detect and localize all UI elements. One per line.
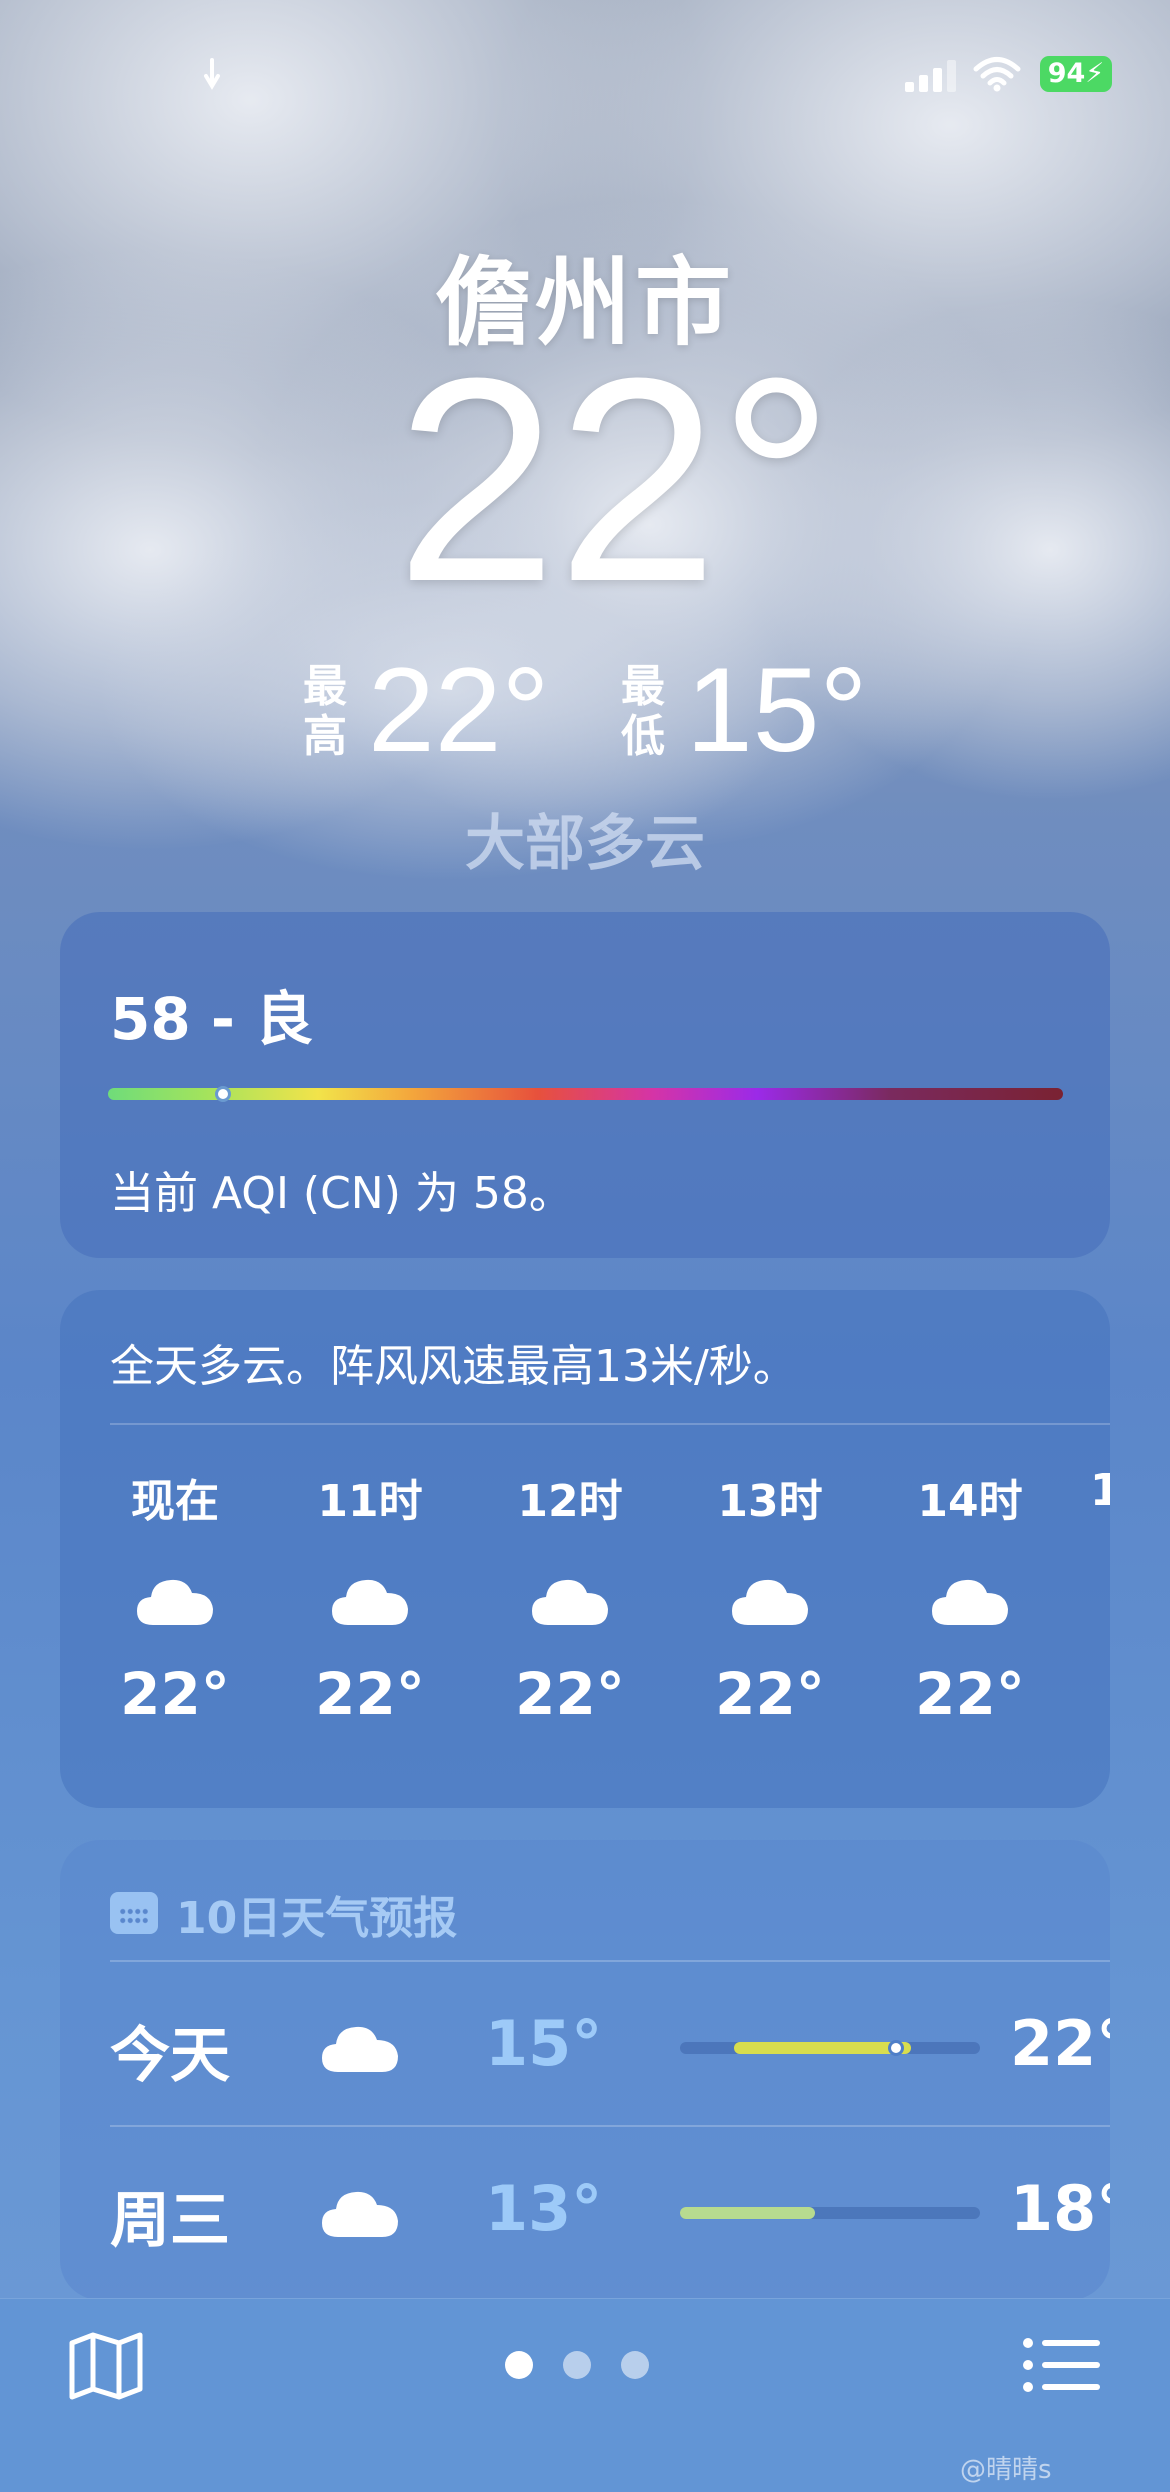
air-quality-card[interactable]: 58 - 良 当前 AQI (CN) 为 58。 [60,912,1110,1258]
forecast-day-row[interactable]: 周三 13° 18° [110,2125,1110,2290]
list-icon[interactable] [1022,2335,1102,2395]
wifi-icon [973,57,1021,92]
cloud-icon [930,1575,1010,1627]
hourly-summary: 全天多云。阵风风速最高13米/秒。 [110,1341,797,1392]
hour-temperature: 22° [315,1660,425,1728]
hourly-forecast-card[interactable]: 全天多云。阵风风速最高13米/秒。 现在 22° 11时 22° 12时 22° 13时 22… [60,1290,1110,1808]
forecast-day-label: 周三 [110,2186,230,2256]
high-temperature: 22° [368,643,550,777]
cloud-icon [135,1575,215,1627]
low-label: 最低 [621,661,665,762]
status-bar: 94⚡ [0,0,1170,150]
hour-label: 14时 [917,1476,1023,1527]
cloud-icon [320,2022,400,2074]
temperature-range-bar [680,2207,980,2219]
battery-charging-icon: 94⚡ [1040,56,1112,92]
map-icon[interactable] [68,2331,144,2401]
hourly-item: 11时 22° [300,1465,440,1765]
battery-level: 94 [1047,58,1086,89]
hour-label: 现在 [131,1476,219,1527]
forecast-day-label: 今天 [110,2021,230,2091]
signal-icon [905,58,957,92]
location-arrow-icon [204,58,220,90]
temperature-range-bar [680,2040,980,2056]
hour-label: 12时 [517,1476,623,1527]
hourly-item: 14时 22° [900,1465,1040,1765]
temperature-range-fill [734,2042,911,2054]
hour-temperature: 22° [915,1660,1025,1728]
page-dot[interactable] [563,2351,591,2379]
cloud-icon [730,1575,810,1627]
low-temperature: 15° [686,643,868,777]
cloud-icon [530,1575,610,1627]
hour-temperature: 22° [715,1660,825,1728]
hourly-item: 13时 22° [700,1465,840,1765]
aqi-indicator [215,1086,231,1102]
hour-temperature: 22° [515,1660,625,1728]
aqi-title: 58 - 良 [110,985,314,1053]
ten-day-forecast-card[interactable]: 10日天气预报 今天 15° 22° 周三 13° 18° [60,1840,1110,2300]
forecast-high: 18° [1010,2172,1110,2245]
calendar-icon [110,1892,158,1934]
hour-label: 11时 [317,1476,423,1527]
watermark: @晴晴s [960,2455,1052,2485]
page-dot[interactable] [505,2351,533,2379]
aqi-description: 当前 AQI (CN) 为 58。 [110,1168,573,1219]
cloud-icon [330,1575,410,1627]
high-low-temperatures: 最高 22° 最低 15° [300,650,900,770]
forecast-low: 15° [485,2007,603,2080]
forecast-title: 10日天气预报 [176,1893,458,1944]
hour-label: 13时 [717,1476,823,1527]
page-indicator[interactable] [505,2351,665,2381]
hourly-item: 现在 22° [105,1465,245,1765]
hour-temperature: 22° [120,1660,230,1728]
weather-condition: 大部多云 [465,809,705,879]
divider [110,1423,1110,1425]
forecast-high: 22° [1010,2007,1110,2080]
next-hour-clipped: 1 [1090,1465,1110,1516]
current-temperature: 22° [395,318,835,642]
forecast-day-row[interactable]: 今天 15° 22° [110,1960,1110,2125]
aqi-scale-bar [108,1088,1063,1100]
cloud-icon [320,2187,400,2239]
current-temperature-marker [888,2040,904,2056]
temperature-range-fill [680,2207,815,2219]
high-label: 最高 [303,661,347,762]
forecast-low: 13° [485,2172,603,2245]
page-dot[interactable] [621,2351,649,2379]
bottom-toolbar: @晴晴s [0,2298,1170,2492]
hourly-item: 12时 22° [500,1465,640,1765]
